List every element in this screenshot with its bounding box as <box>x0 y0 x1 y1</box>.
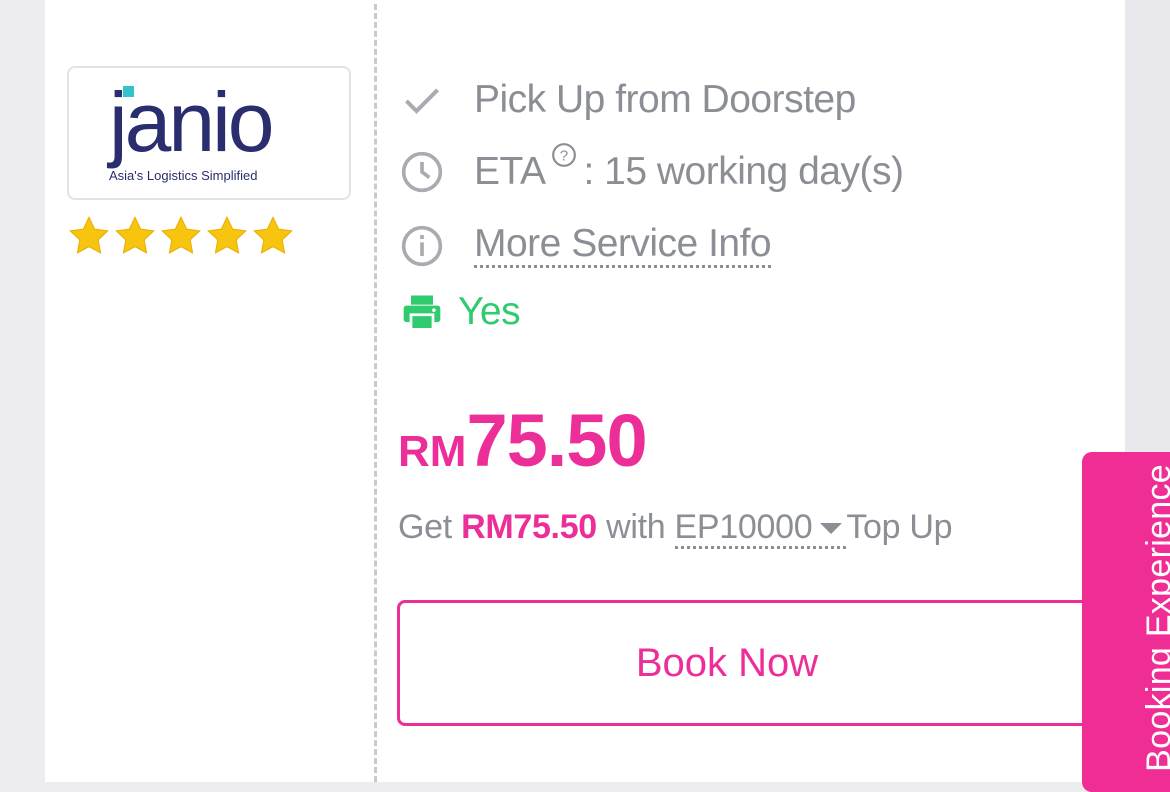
booking-experience-label: Booking Experience <box>1140 464 1170 772</box>
topup-offer: Get RM75.50 with EP10000 Top Up <box>398 508 953 549</box>
caret-down-icon <box>820 523 843 534</box>
eta-value: : 15 working day(s) <box>583 150 904 193</box>
price-currency: RM <box>398 427 467 476</box>
price-amount: 75.50 <box>466 399 647 482</box>
topup-plan-value: EP10000 <box>674 508 813 546</box>
check-icon <box>400 78 444 122</box>
star-rating <box>67 214 295 264</box>
more-service-info-link[interactable]: More Service Info <box>474 223 772 268</box>
clock-icon <box>400 150 444 194</box>
booking-experience-tab[interactable]: Booking Experience <box>1082 452 1170 792</box>
printer-icon <box>400 290 444 334</box>
book-now-label: Book Now <box>635 640 819 685</box>
logo-dot <box>123 86 134 97</box>
topup-prefix: Get <box>398 508 452 546</box>
feature-pickup: Pick Up from Doorstep <box>400 78 856 122</box>
star-icon <box>115 216 155 254</box>
pickup-label: Pick Up from Doorstep <box>474 78 856 121</box>
info-icon <box>400 224 444 268</box>
star-icon <box>161 216 201 254</box>
book-now-button[interactable]: Book Now <box>397 600 1097 726</box>
star-icon <box>253 216 293 254</box>
help-icon[interactable]: ? <box>551 142 577 174</box>
topup-price: RM75.50 <box>461 508 597 546</box>
courier-logo: janio Asia's Logistics Simplified <box>67 66 351 200</box>
star-icon <box>69 216 109 254</box>
svg-text:?: ? <box>560 147 568 164</box>
topup-with: with <box>606 508 666 546</box>
feature-eta: ETA ? : 15 working day(s) <box>400 143 904 194</box>
topup-plan-select[interactable]: EP10000 <box>674 508 847 549</box>
print-status: Yes <box>458 290 521 333</box>
feature-more-info[interactable]: More Service Info <box>400 223 772 268</box>
feature-print: Yes <box>400 290 521 334</box>
topup-suffix: Top Up <box>846 508 953 546</box>
logo-tagline: Asia's Logistics Simplified <box>109 168 258 183</box>
eta-label: ETA <box>474 150 546 193</box>
star-icon <box>207 216 247 254</box>
price-display: RM75.50 <box>398 398 648 483</box>
card-divider <box>374 4 377 782</box>
